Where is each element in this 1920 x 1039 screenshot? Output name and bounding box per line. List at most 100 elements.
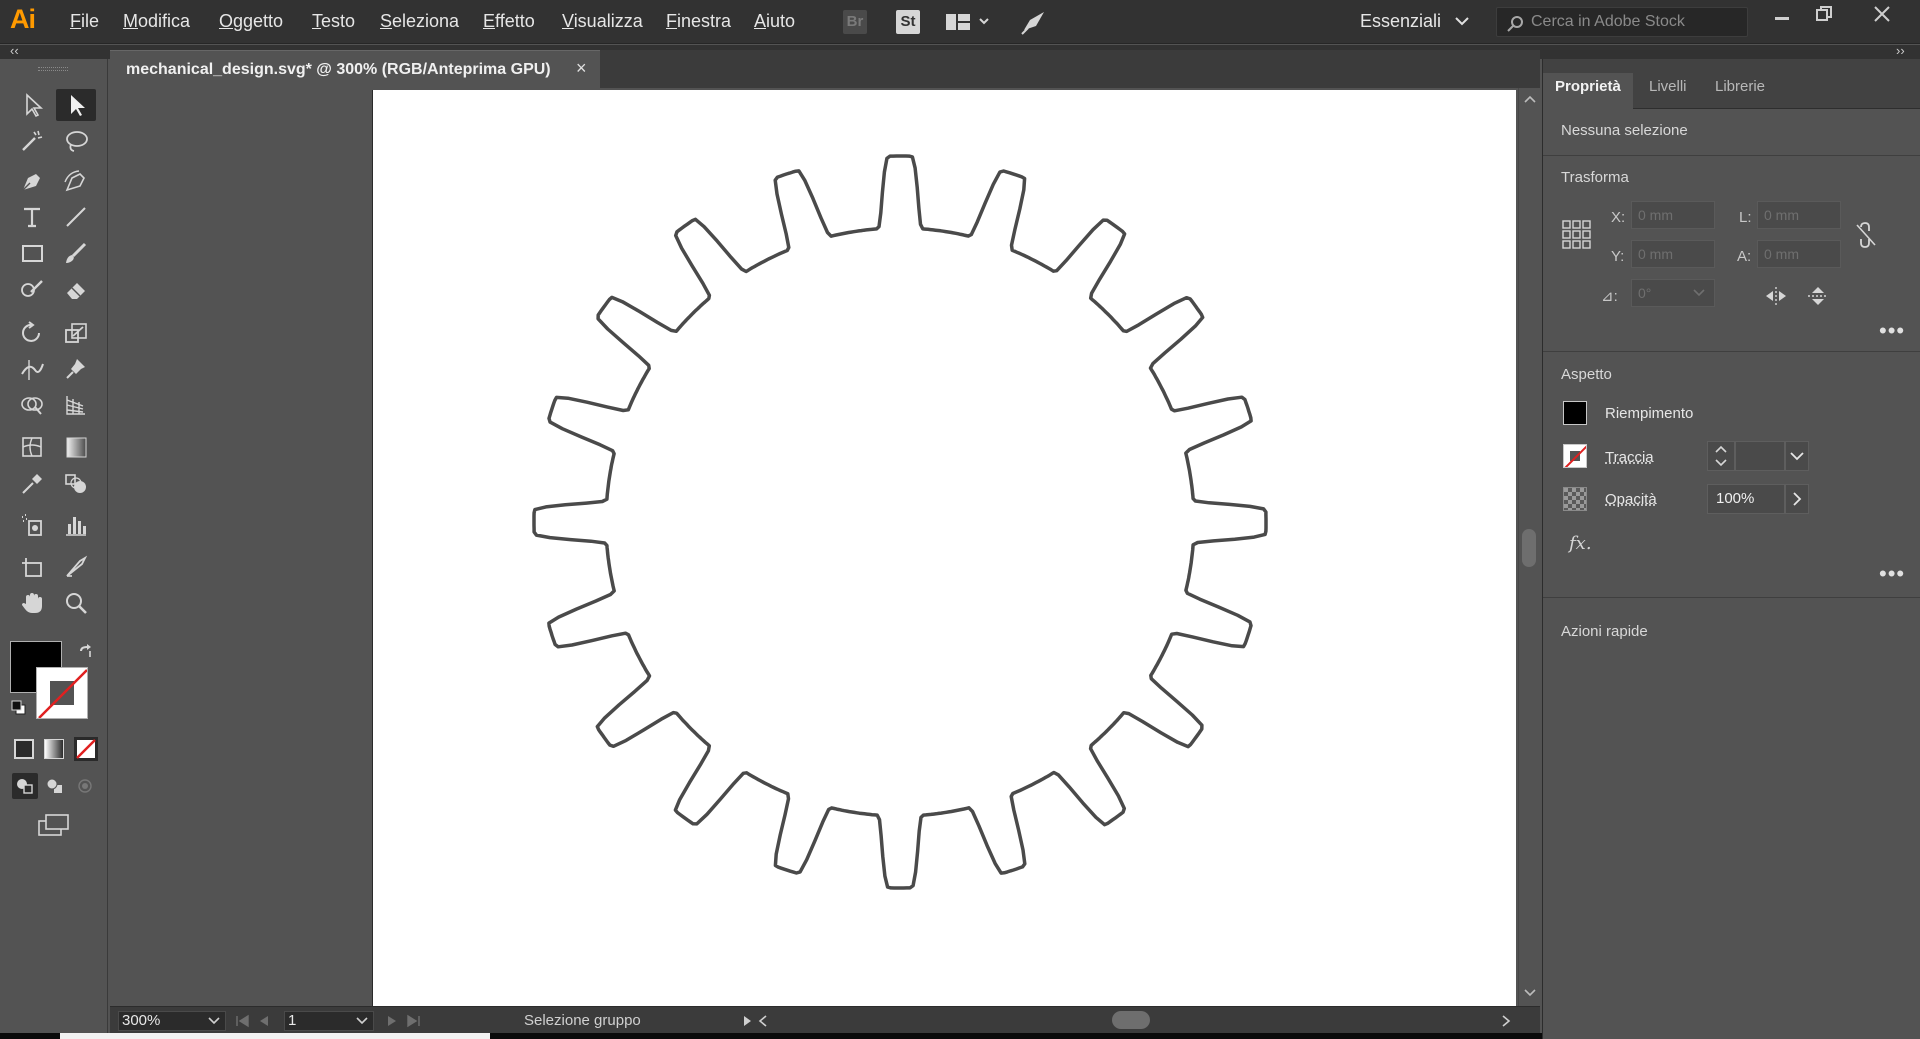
menu-file[interactable]: File — [70, 11, 99, 32]
width-tool[interactable] — [12, 353, 52, 385]
menu-oggetto[interactable]: Oggetto — [219, 11, 283, 32]
paintbrush-tool[interactable] — [56, 237, 96, 269]
shape-builder-tool[interactable] — [12, 389, 52, 421]
canvas-area[interactable] — [110, 88, 1518, 1006]
angle-input[interactable]: 0° — [1631, 279, 1715, 307]
collapse-panels-button[interactable]: ›› — [1896, 43, 1905, 58]
os-taskbar-search — [60, 1033, 490, 1039]
draw-inside-button[interactable] — [72, 773, 98, 799]
opacity-label[interactable]: Opacità — [1605, 491, 1657, 508]
stroke-weight-stepper[interactable] — [1707, 441, 1735, 471]
close-window-button[interactable] — [1862, 4, 1902, 30]
stroke-swatch[interactable] — [1563, 444, 1587, 468]
appearance-more-button[interactable]: ••• — [1879, 563, 1905, 585]
vertical-scroll-thumb[interactable] — [1522, 529, 1536, 567]
first-prev-artboard-icons[interactable] — [234, 1013, 278, 1029]
gpu-performance-button[interactable] — [1018, 8, 1048, 36]
type-tool[interactable] — [12, 201, 52, 233]
next-last-artboard-icons[interactable] — [382, 1013, 426, 1029]
menu-visualizza[interactable]: Visualizza — [562, 11, 643, 32]
scale-tool[interactable] — [56, 317, 96, 349]
menu-finestra[interactable]: Finestra — [666, 11, 731, 32]
stock-button[interactable]: St — [896, 10, 920, 34]
color-mode-button[interactable] — [14, 739, 34, 759]
stroke-weight-input[interactable] — [1735, 441, 1785, 471]
artboard-number-field[interactable]: 1 — [284, 1011, 374, 1031]
draw-behind-button[interactable] — [42, 773, 68, 799]
fill-swatch[interactable] — [1563, 401, 1587, 425]
gear-outline-path[interactable] — [532, 154, 1268, 890]
zoom-tool[interactable] — [56, 587, 96, 619]
line-segment-tool[interactable] — [56, 201, 96, 233]
link-constrain-icon[interactable] — [1853, 221, 1881, 249]
x-input[interactable]: 0 mm — [1631, 201, 1715, 229]
y-input[interactable]: 0 mm — [1631, 240, 1715, 268]
close-document-button[interactable]: × — [576, 58, 587, 79]
toolbar-grip[interactable] — [38, 67, 68, 71]
scroll-right-icon[interactable] — [1498, 1013, 1514, 1029]
document-tab[interactable]: mechanical_design.svg* @ 300% (RGB/Antep… — [110, 50, 600, 88]
stroke-weight-dropdown[interactable] — [1785, 441, 1809, 471]
reference-point-icon[interactable] — [1561, 219, 1593, 251]
lasso-tool[interactable] — [56, 125, 96, 157]
flip-vertical-icon[interactable] — [1805, 285, 1831, 307]
perspective-grid-tool[interactable] — [56, 389, 96, 421]
opacity-input[interactable]: 100% — [1707, 484, 1785, 514]
stock-search-box[interactable] — [1496, 7, 1748, 37]
symbol-sprayer-tool[interactable] — [12, 509, 52, 541]
tab-librerie[interactable]: Librerie — [1703, 73, 1777, 109]
fx-button[interactable]: fx. — [1569, 533, 1592, 554]
rectangle-tool[interactable] — [12, 237, 52, 269]
slice-tool[interactable] — [56, 551, 96, 583]
minimize-button[interactable] — [1762, 4, 1802, 30]
pen-tool[interactable] — [12, 165, 52, 197]
artboard[interactable] — [372, 90, 1516, 1006]
status-menu-arrows[interactable] — [740, 1013, 772, 1029]
menu-testo[interactable]: Testo — [312, 11, 355, 32]
artboard-tool[interactable] — [12, 551, 52, 583]
curvature-tool[interactable] — [56, 165, 96, 197]
gradient-mode-button[interactable] — [44, 739, 64, 759]
stroke-color-swatch[interactable] — [36, 667, 88, 719]
hand-tool[interactable] — [12, 587, 52, 619]
rotate-tool[interactable] — [12, 317, 52, 349]
restore-button[interactable] — [1804, 4, 1844, 30]
eraser-tool[interactable] — [56, 273, 96, 305]
magic-wand-tool[interactable] — [12, 125, 52, 157]
bridge-button[interactable]: Br — [843, 10, 867, 34]
eyedropper-tool[interactable] — [12, 467, 52, 499]
horizontal-scroll-thumb[interactable] — [1112, 1011, 1150, 1029]
puppet-warp-tool[interactable] — [56, 353, 96, 385]
gear-drawing[interactable] — [373, 90, 1517, 1006]
zoom-level-field[interactable]: 300% — [118, 1011, 226, 1031]
menu-aiuto[interactable]: Aiuto — [754, 11, 795, 32]
stock-search-input[interactable] — [1531, 12, 1741, 32]
transform-more-button[interactable]: ••• — [1879, 320, 1905, 342]
column-graph-tool[interactable] — [56, 509, 96, 541]
hand-icon — [22, 593, 42, 613]
collapse-tools-button[interactable]: ‹‹ — [10, 43, 19, 58]
tab-proprieta[interactable]: Proprietà — [1543, 73, 1633, 109]
menu-seleziona[interactable]: Seleziona — [380, 11, 459, 32]
direct-selection-tool[interactable] — [56, 89, 96, 121]
none-mode-button[interactable] — [74, 737, 98, 761]
mesh-tool[interactable] — [12, 431, 52, 463]
workspace-switcher[interactable]: Essenziali — [1360, 11, 1470, 32]
tab-livelli[interactable]: Livelli — [1637, 73, 1699, 109]
selection-tool[interactable] — [12, 89, 52, 121]
menu-effetto[interactable]: Effetto — [483, 11, 535, 32]
draw-normal-button[interactable] — [12, 773, 38, 799]
change-screen-mode-button[interactable] — [36, 811, 72, 839]
height-input[interactable]: 0 mm — [1757, 240, 1841, 268]
menu-modifica[interactable]: Modifica — [123, 11, 190, 32]
flip-horizontal-icon[interactable] — [1763, 285, 1789, 307]
arrange-documents-button[interactable] — [944, 10, 990, 34]
width-input[interactable]: 0 mm — [1757, 201, 1841, 229]
swap-fill-stroke-button[interactable] — [76, 643, 94, 661]
blend-tool[interactable] — [56, 467, 96, 499]
stroke-label[interactable]: Traccia — [1605, 449, 1654, 466]
default-fill-stroke-button[interactable] — [10, 699, 28, 717]
opacity-slider-button[interactable] — [1785, 484, 1809, 514]
gradient-tool[interactable] — [56, 431, 96, 463]
shaper-tool[interactable] — [12, 273, 52, 305]
